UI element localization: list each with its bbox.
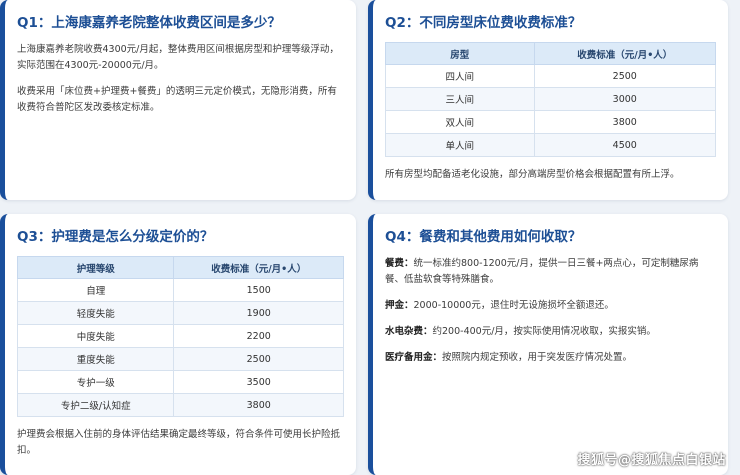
table-row: 三人间 3000 xyxy=(385,87,716,111)
fee-cell: 4500 xyxy=(533,133,716,157)
fee-cell: 2500 xyxy=(533,64,716,88)
fee-cell: 2500 xyxy=(173,347,344,371)
fee-item-text: 按照院内规定预收，用于突发医疗情况处置。 xyxy=(442,352,633,363)
q4-title: Q4：餐费和其他费用如何收取？ xyxy=(385,229,582,245)
q2-note: 所有房型均配备适老化设施，部分高端房型价格会根据配置有所上浮。 xyxy=(385,169,680,180)
care-level-cell: 重度失能 xyxy=(16,347,175,371)
table-row: 双人间 3800 xyxy=(385,110,716,134)
table-row: 自理 1500 xyxy=(16,278,344,302)
care-level-cell: 轻度失能 xyxy=(16,301,175,325)
faq-card-q3: Q3：护理费是怎么分级定价的？ 护理等级 收费标准（元/月•人） 自理 1500… xyxy=(0,214,356,475)
room-type-cell: 四人间 xyxy=(385,64,535,88)
column-header-room-type: 房型 xyxy=(385,42,535,65)
fee-cell: 3800 xyxy=(533,110,716,134)
q3-note: 护理费会根据入住前的身体评估结果确定最终等级，符合条件可使用长护险抵扣。 xyxy=(17,429,341,456)
table-row: 轻度失能 1900 xyxy=(16,301,344,325)
care-level-cell: 专护二级/认知症 xyxy=(16,393,175,417)
q1-paragraph-1: 上海康嘉养老院收费4300元/月起，整体费用区间根据房型和护理等级浮动，实际范围… xyxy=(17,44,339,71)
column-header-fee: 收费标准（元/月•人） xyxy=(533,42,716,65)
fee-item-label: 餐费： xyxy=(385,258,414,269)
fee-item-meals: 餐费：统一标准约800-1200元/月，提供一日三餐+两点心，可定制糖尿病餐、低… xyxy=(385,256,716,288)
room-fee-table: 房型 收费标准（元/月•人） 四人间 2500 三人间 3000 双人间 380… xyxy=(385,42,716,157)
q3-title: Q3：护理费是怎么分级定价的？ xyxy=(17,229,214,245)
faq-card-q4: Q4：餐费和其他费用如何收取？ 餐费：统一标准约800-1200元/月，提供一日… xyxy=(368,214,728,475)
faq-card-q1: Q1：上海康嘉养老院整体收费区间是多少？ 上海康嘉养老院收费4300元/月起，整… xyxy=(0,0,356,200)
room-type-cell: 三人间 xyxy=(385,87,535,111)
q1-paragraph-2: 收费采用「床位费+护理费+餐费」的透明三元定价模式，无隐形消费，所有收费符合普陀… xyxy=(17,86,337,113)
fee-item-label: 医疗备用金： xyxy=(385,352,443,363)
room-type-cell: 单人间 xyxy=(385,133,535,157)
fee-item-deposit: 押金：2000-10000元，退住时无设施损坏全额退还。 xyxy=(385,298,716,314)
fee-cell: 3000 xyxy=(533,87,716,111)
room-type-cell: 双人间 xyxy=(385,110,535,134)
fee-item-text: 2000-10000元，退住时无设施损坏全额退还。 xyxy=(413,300,614,311)
fee-cell: 3500 xyxy=(173,370,344,394)
fee-cell: 3800 xyxy=(173,393,344,417)
table-row: 中度失能 2200 xyxy=(16,324,344,348)
fee-item-text: 约200-400元/月，按实际使用情况收取，实报实销。 xyxy=(432,326,656,337)
watermark: 搜狐号@搜狐焦点白银站 xyxy=(577,453,726,468)
table-row: 专护一级 3500 xyxy=(16,370,344,394)
fee-item-text: 统一标准约800-1200元/月，提供一日三餐+两点心，可定制糖尿病餐、低盐软食… xyxy=(385,258,699,285)
q1-title: Q1：上海康嘉养老院整体收费区间是多少？ xyxy=(17,15,281,31)
q2-title: Q2：不同房型床位费收费标准？ xyxy=(385,15,582,31)
fee-item-utilities: 水电杂费：约200-400元/月，按实际使用情况收取，实报实销。 xyxy=(385,324,716,340)
column-header-fee: 收费标准（元/月•人） xyxy=(173,256,344,279)
column-header-care-level: 护理等级 xyxy=(16,256,175,279)
table-row: 专护二级/认知症 3800 xyxy=(16,393,344,417)
nursing-fee-table: 护理等级 收费标准（元/月•人） 自理 1500 轻度失能 1900 中度失能 … xyxy=(16,256,344,417)
fee-cell: 2200 xyxy=(173,324,344,348)
fee-item-label: 押金： xyxy=(385,300,414,311)
fee-cell: 1900 xyxy=(173,301,344,325)
care-level-cell: 自理 xyxy=(16,278,175,302)
table-row: 单人间 4500 xyxy=(385,133,716,157)
faq-card-q2: Q2：不同房型床位费收费标准？ 房型 收费标准（元/月•人） 四人间 2500 … xyxy=(368,0,728,200)
fee-item-medical-reserve: 医疗备用金：按照院内规定预收，用于突发医疗情况处置。 xyxy=(385,350,716,366)
care-level-cell: 中度失能 xyxy=(16,324,175,348)
fee-item-label: 水电杂费： xyxy=(385,326,433,337)
table-row: 重度失能 2500 xyxy=(16,347,344,371)
fee-cell: 1500 xyxy=(173,278,344,302)
table-header-row: 房型 收费标准（元/月•人） xyxy=(385,42,716,65)
table-header-row: 护理等级 收费标准（元/月•人） xyxy=(16,256,344,279)
care-level-cell: 专护一级 xyxy=(16,370,175,394)
table-row: 四人间 2500 xyxy=(385,64,716,88)
